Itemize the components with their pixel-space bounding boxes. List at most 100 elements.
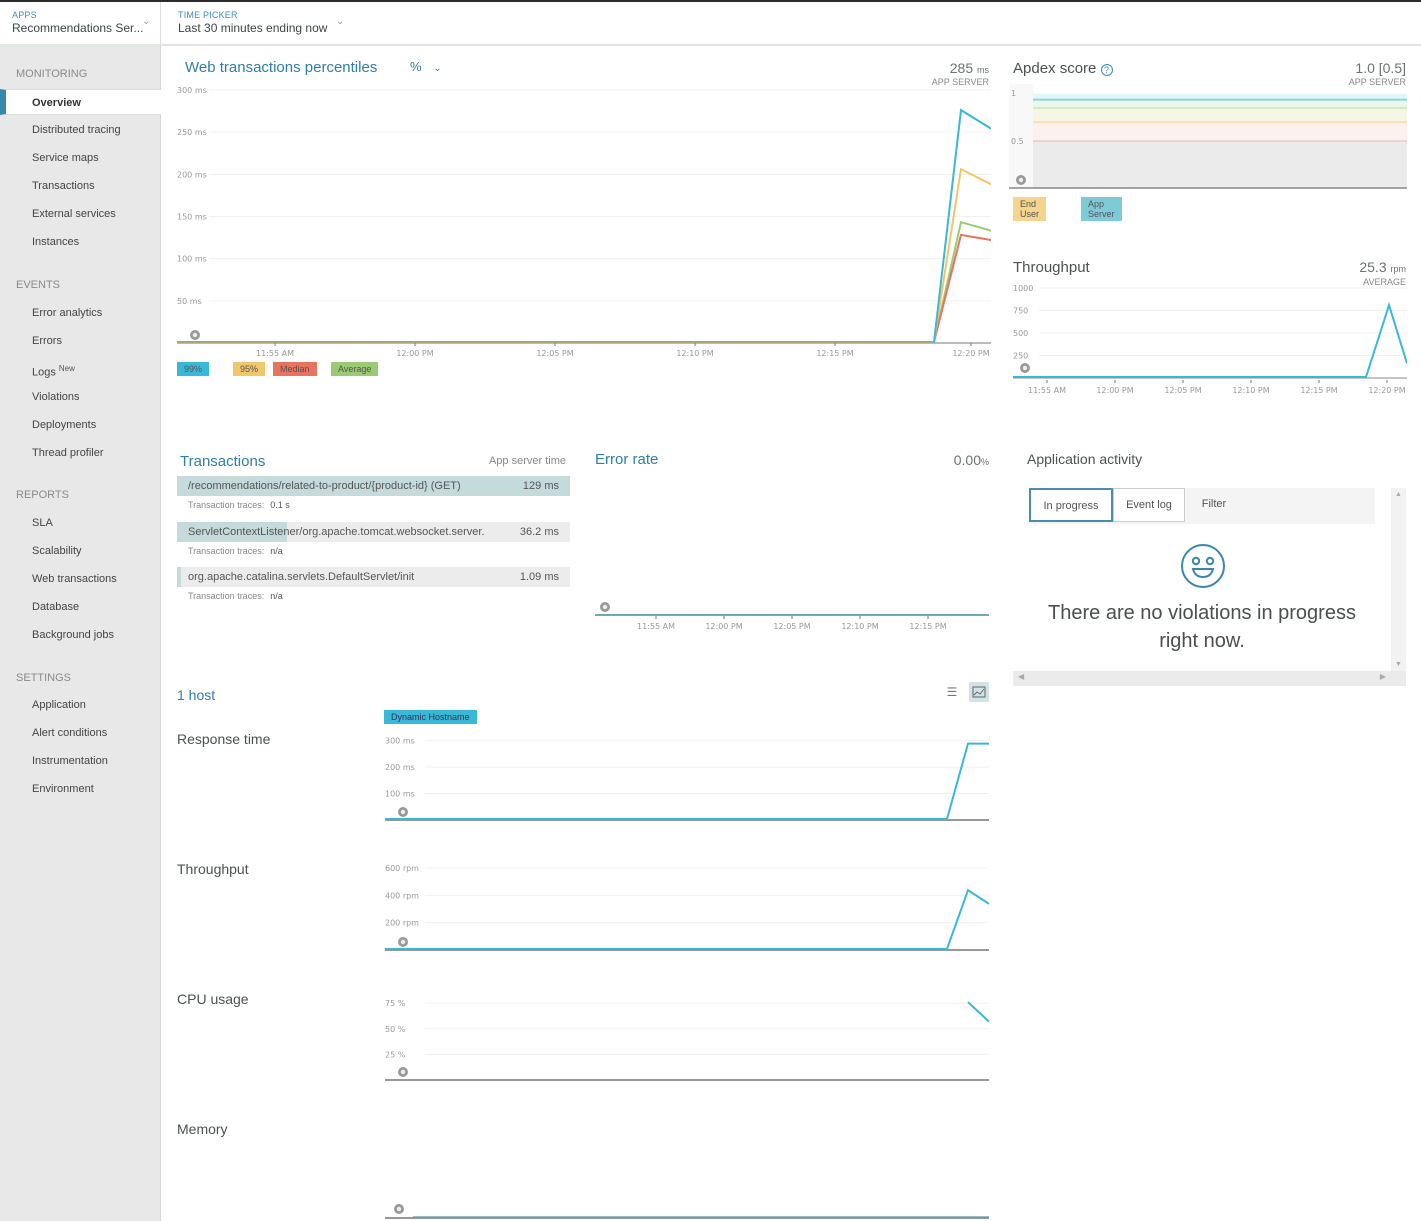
sidebar-item-instrumentation[interactable]: Instrumentation (0, 748, 161, 774)
time-picker-label: TIME PICKER (178, 10, 238, 20)
x-tick-label: 12:15 PM (909, 622, 946, 631)
sidebar-item-label: Service maps (32, 152, 99, 164)
sidebar-item-external-services[interactable]: External services (0, 201, 161, 227)
x-tick-label: 12:00 PM (705, 622, 742, 631)
x-tick-label: 12:10 PM (1232, 386, 1269, 395)
sidebar-item-error-analytics[interactable]: Error analytics (0, 300, 161, 326)
sidebar-item-label: External services (32, 208, 116, 220)
transaction-name: /recommendations/related-to-product/{pro… (188, 480, 461, 492)
reset-zoom-icon[interactable] (398, 807, 408, 817)
reset-zoom-icon[interactable] (398, 1067, 408, 1077)
host-throughput-chart[interactable]: 200 rpm 400 rpm 600 rpm (385, 862, 991, 954)
web-tx-chart[interactable]: 50 ms 100 ms 150 ms 200 ms 250 ms 300 ms 11:55… (169, 82, 991, 362)
sidebar-item-sla[interactable]: SLA (0, 510, 161, 536)
tab-event-log[interactable]: Event log (1113, 488, 1185, 522)
host-response-time-chart[interactable]: 100 ms 200 ms 300 ms (385, 732, 991, 824)
reset-zoom-icon[interactable] (1016, 175, 1026, 185)
reset-zoom-icon[interactable] (600, 602, 610, 612)
transaction-row[interactable]: ServletContextListener/org.apache.tomcat… (177, 522, 570, 542)
host-cpu-chart[interactable]: 25 % 50 % 75 % (385, 992, 991, 1084)
host-response-time-label: Response time (177, 731, 271, 747)
time-picker[interactable]: TIME PICKER Last 30 minutes ending now ⌄ (166, 2, 416, 46)
transaction-row[interactable]: /recommendations/related-to-product/{pro… (177, 476, 570, 496)
x-tick-label: 12:15 PM (816, 349, 853, 358)
apdex-legend-end-user[interactable]: End User (1013, 197, 1047, 221)
sidebar-item-label: Errors (32, 335, 62, 347)
sidebar-item-service-maps[interactable]: Service maps (0, 145, 161, 171)
y-tick-label: 200 ms (385, 763, 415, 772)
sidebar-item-label: Application (32, 699, 86, 711)
sidebar-item-label: Deployments (32, 419, 97, 431)
reset-zoom-icon[interactable] (190, 330, 200, 340)
error-rate-title: Error rate (595, 451, 659, 468)
transaction-row[interactable]: org.apache.catalina.servlets.DefaultServ… (177, 567, 570, 587)
sidebar-item-distributed-tracing[interactable]: Distributed tracing (0, 117, 161, 143)
sidebar-item-scalability[interactable]: Scalability (0, 538, 161, 564)
sidebar-item-application[interactable]: Application (0, 692, 161, 718)
smiley-face-icon (1181, 544, 1225, 588)
legend-item-median[interactable]: Median (273, 362, 317, 376)
transaction-traces-label: Transaction traces: (188, 546, 265, 556)
scroll-down-icon[interactable]: ▼ (1391, 661, 1406, 668)
scroll-up-icon[interactable]: ▲ (1391, 491, 1406, 498)
sidebar-item-errors[interactable]: Errors (0, 328, 161, 354)
x-tick-label: 12:10 PM (841, 622, 878, 631)
transaction-traces: Transaction traces: n/a (188, 591, 283, 601)
tab-filter[interactable]: Filter (1189, 488, 1239, 522)
sidebar-item-alert-conditions[interactable]: Alert conditions (0, 720, 161, 746)
throughput-chart[interactable]: 250 500 750 1000 11:55 AM 12:00 PM 12:05 PM 12:… (1009, 282, 1407, 397)
sidebar-item-label: Web transactions (32, 573, 117, 585)
host-series-line (385, 888, 990, 950)
x-tick-label: 11:55 AM (637, 622, 675, 631)
sidebar-item-label: Environment (32, 783, 94, 795)
y-tick-label: 1000 (1013, 284, 1033, 293)
apdex-legend-app-server[interactable]: App Server (1081, 197, 1122, 221)
legend-item-average[interactable]: Average (331, 362, 379, 376)
host-memory-chart[interactable] (385, 1122, 991, 1221)
sidebar-item-deployments[interactable]: Deployments (0, 412, 161, 438)
sidebar-item-label: Instrumentation (32, 755, 108, 767)
list-view-icon[interactable]: ☰ (943, 683, 961, 701)
legend-item-95pct[interactable]: 95% (233, 362, 266, 376)
tab-in-progress[interactable]: In progress (1029, 488, 1113, 522)
transaction-time-bar (177, 567, 181, 587)
sidebar-item-logs[interactable]: Logs New (0, 356, 161, 382)
reset-zoom-icon[interactable] (1020, 363, 1030, 373)
sidebar-item-background-jobs[interactable]: Background jobs (0, 622, 161, 648)
reset-zoom-icon[interactable] (394, 1204, 404, 1214)
percentile-selector[interactable]: % ⌄ (410, 59, 442, 74)
scroll-right-icon[interactable]: ▶ (1380, 672, 1386, 681)
apdex-title-text: Apdex score (1013, 60, 1097, 77)
sidebar-item-web-transactions[interactable]: Web transactions (0, 566, 161, 592)
scroll-left-icon[interactable]: ◀ (1018, 672, 1024, 681)
sidebar-item-transactions[interactable]: Transactions (0, 173, 161, 199)
vertical-scrollbar[interactable]: ▲ ▼ (1391, 488, 1406, 671)
apdex-band-fair (1033, 122, 1407, 141)
help-icon[interactable]: ? (1100, 64, 1113, 76)
host-legend-dynamic-hostname[interactable]: Dynamic Hostname (384, 710, 477, 724)
sidebar-item-overview[interactable]: Overview (0, 89, 161, 115)
series-line-95pct (177, 167, 991, 343)
apps-label: APPS (12, 10, 37, 20)
error-rate-metric-unit: % (980, 457, 989, 467)
sidebar-item-violations[interactable]: Violations (0, 384, 161, 410)
chart-view-icon[interactable] (969, 682, 989, 702)
legend-item-99pct[interactable]: 99% (177, 362, 210, 376)
sidebar-item-label: Logs (32, 366, 56, 379)
x-tick-label: 12:20 PM (952, 349, 989, 358)
sidebar-section-settings: SETTINGS (16, 672, 72, 684)
apps-picker[interactable]: APPS Recommendations Ser... ⌄ (0, 2, 161, 46)
sidebar-item-thread-profiler[interactable]: Thread profiler (0, 440, 161, 466)
apdex-chart[interactable]: 10.5 (1009, 84, 1407, 194)
x-tick-label: 12:05 PM (536, 349, 573, 358)
sidebar-item-database[interactable]: Database (0, 594, 161, 620)
sidebar-item-label: Scalability (32, 545, 82, 557)
throughput-metric-unit: rpm (1390, 264, 1407, 274)
apdex-band-excellent (1033, 99, 1407, 109)
y-tick-label: 250 (1013, 352, 1028, 361)
sidebar-item-instances[interactable]: Instances (0, 229, 161, 255)
error-rate-chart[interactable]: 11:55 AM 12:00 PM 12:05 PM 12:10 PM 12:15 PM (591, 486, 991, 636)
sidebar-item-environment[interactable]: Environment (0, 776, 161, 802)
reset-zoom-icon[interactable] (398, 937, 408, 947)
horizontal-scrollbar[interactable]: ◀ ▶ (1013, 671, 1406, 686)
